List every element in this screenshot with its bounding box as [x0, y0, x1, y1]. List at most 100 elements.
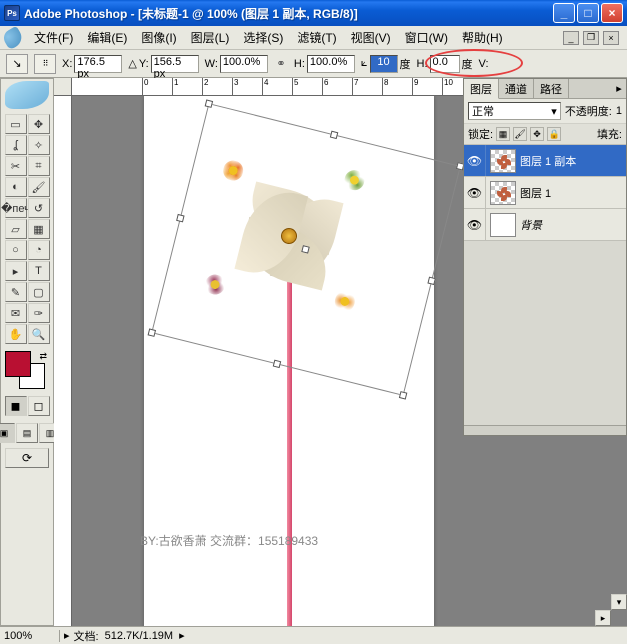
- menu-select[interactable]: 选择(S): [237, 26, 289, 49]
- foreground-color-swatch[interactable]: [5, 351, 31, 377]
- lock-transparent-icon[interactable]: ▦: [496, 127, 510, 141]
- menu-file[interactable]: 文件(F): [28, 26, 79, 49]
- menu-layer[interactable]: 图层(L): [185, 26, 236, 49]
- photoshop-feather-icon: [1, 25, 26, 50]
- dodge-tool[interactable]: ◔: [28, 240, 50, 260]
- window-close-button[interactable]: ×: [601, 3, 623, 23]
- standard-mode-button[interactable]: ◼: [5, 396, 27, 416]
- window-title: Adobe Photoshop - [未标题-1 @ 100% (图层 1 副本…: [24, 5, 553, 22]
- magic-wand-tool[interactable]: ✧: [28, 135, 50, 155]
- ruler-origin[interactable]: [54, 78, 72, 96]
- gradient-tool[interactable]: ▦: [28, 219, 50, 239]
- transform-handle-w[interactable]: [176, 213, 184, 221]
- reference-point-icon[interactable]: ⠿: [34, 54, 56, 74]
- free-transform-bounding-box[interactable]: [151, 103, 461, 396]
- layer-visibility-icon[interactable]: 👁: [464, 177, 486, 208]
- menu-image[interactable]: 图像(I): [135, 26, 182, 49]
- transform-tool-indicator-icon[interactable]: ↘: [6, 54, 28, 74]
- layer-name[interactable]: 图层 1: [520, 185, 551, 201]
- window-maximize-button[interactable]: □: [577, 3, 599, 23]
- healing-brush-tool[interactable]: ◐: [5, 177, 27, 197]
- swap-colors-icon[interactable]: ⇄: [39, 351, 47, 362]
- eraser-tool[interactable]: ▱: [5, 219, 27, 239]
- menu-window[interactable]: 窗口(W): [399, 26, 454, 49]
- transform-handle-sw[interactable]: [148, 328, 156, 336]
- menu-bar: 文件(F) 编辑(E) 图像(I) 图层(L) 选择(S) 滤镜(T) 视图(V…: [0, 26, 627, 50]
- screen-standard-button[interactable]: ▣: [0, 423, 15, 443]
- blur-tool[interactable]: ○: [5, 240, 27, 260]
- crop-tool[interactable]: ✂: [5, 156, 27, 176]
- chevron-down-icon: ▾: [551, 105, 557, 118]
- status-expand-icon[interactable]: ▸: [60, 629, 74, 642]
- menu-view[interactable]: 视图(V): [345, 26, 397, 49]
- move-tool[interactable]: ✥: [28, 114, 50, 134]
- zoom-tool[interactable]: 🔍: [28, 324, 50, 344]
- scroll-right-button[interactable]: ▸: [595, 610, 611, 626]
- slice-tool[interactable]: ⌗: [28, 156, 50, 176]
- transform-handle-se[interactable]: [399, 391, 407, 399]
- tab-channels[interactable]: 通道: [499, 79, 534, 98]
- hand-tool[interactable]: ✋: [5, 324, 27, 344]
- lasso-tool[interactable]: ʆ: [5, 135, 27, 155]
- opacity-value[interactable]: 1: [616, 105, 622, 117]
- options-bar: ↘ ⠿ X: 176.5 px △ Y: 156.5 px W: 100.0% …: [0, 50, 627, 78]
- transform-center-point[interactable]: [301, 245, 309, 253]
- status-zoom[interactable]: 100%: [0, 630, 60, 642]
- transform-handle-nw[interactable]: [205, 99, 213, 107]
- panel-resize-handle[interactable]: [464, 425, 626, 435]
- screen-full-menubar-button[interactable]: ▤: [16, 423, 38, 443]
- h-input[interactable]: 100.0%: [307, 55, 355, 73]
- layer-visibility-icon[interactable]: 👁: [464, 145, 486, 176]
- blend-mode-select[interactable]: 正常 ▾: [468, 102, 561, 120]
- brush-tool[interactable]: 🖌: [28, 177, 50, 197]
- lock-position-icon[interactable]: ✥: [530, 127, 544, 141]
- link-aspect-icon[interactable]: ⚭: [274, 55, 288, 73]
- transform-handle-n[interactable]: [330, 131, 338, 139]
- delta-icon: △: [128, 57, 136, 70]
- doc-minimize-button[interactable]: _: [563, 31, 579, 45]
- vertical-ruler[interactable]: [54, 96, 72, 626]
- layer-visibility-icon[interactable]: 👁: [464, 209, 486, 240]
- layer-thumbnail[interactable]: [490, 213, 516, 237]
- window-minimize-button[interactable]: _: [553, 3, 575, 23]
- layer-item[interactable]: 👁 图层 1 副本: [464, 145, 626, 177]
- path-selection-tool[interactable]: ▸: [5, 261, 27, 281]
- quickmask-mode-button[interactable]: ◻: [28, 396, 50, 416]
- menu-edit[interactable]: 编辑(E): [81, 26, 133, 49]
- skew-h-input[interactable]: 0.0: [430, 55, 460, 73]
- tab-layers[interactable]: 图层: [464, 79, 499, 99]
- scroll-down-button[interactable]: ▾: [611, 594, 627, 610]
- layer-item[interactable]: 👁 图层 1: [464, 177, 626, 209]
- marquee-tool[interactable]: ▭: [5, 114, 27, 134]
- y-input[interactable]: 156.5 px: [151, 55, 199, 73]
- layer-name[interactable]: 背景: [520, 217, 542, 233]
- type-tool[interactable]: T: [28, 261, 50, 281]
- transform-handle-s[interactable]: [273, 360, 281, 368]
- shape-tool[interactable]: ▢: [28, 282, 50, 302]
- lock-pixels-icon[interactable]: 🖌: [513, 127, 527, 141]
- ruler-tick: 9: [412, 78, 418, 96]
- layer-thumbnail[interactable]: [490, 181, 516, 205]
- x-input[interactable]: 176.5 px: [74, 55, 122, 73]
- eyedropper-tool[interactable]: ✑: [28, 303, 50, 323]
- layer-name[interactable]: 图层 1 副本: [520, 153, 576, 169]
- skew-v-label: V:: [479, 58, 489, 70]
- lock-all-icon[interactable]: 🔒: [547, 127, 561, 141]
- doc-close-button[interactable]: ×: [603, 31, 619, 45]
- menu-help[interactable]: 帮助(H): [456, 26, 509, 49]
- rotation-angle-input[interactable]: 10: [370, 55, 398, 73]
- jump-to-imageready-button[interactable]: ⟳: [5, 448, 49, 468]
- menu-filter[interactable]: 滤镜(T): [291, 26, 342, 49]
- history-brush-tool[interactable]: ↺: [28, 198, 50, 218]
- status-menu-icon[interactable]: ▸: [179, 629, 185, 642]
- tab-paths[interactable]: 路径: [534, 79, 569, 98]
- doc-restore-button[interactable]: ❐: [583, 31, 599, 45]
- layer-thumbnail[interactable]: [490, 149, 516, 173]
- pen-tool[interactable]: ✎: [5, 282, 27, 302]
- transform-handle-e[interactable]: [428, 276, 436, 284]
- clone-stamp-tool[interactable]: �печ: [5, 198, 27, 218]
- w-input[interactable]: 100.0%: [220, 55, 268, 73]
- layer-item[interactable]: 👁 背景: [464, 209, 626, 241]
- panel-menu-icon[interactable]: ▸: [612, 79, 626, 98]
- notes-tool[interactable]: ✉: [5, 303, 27, 323]
